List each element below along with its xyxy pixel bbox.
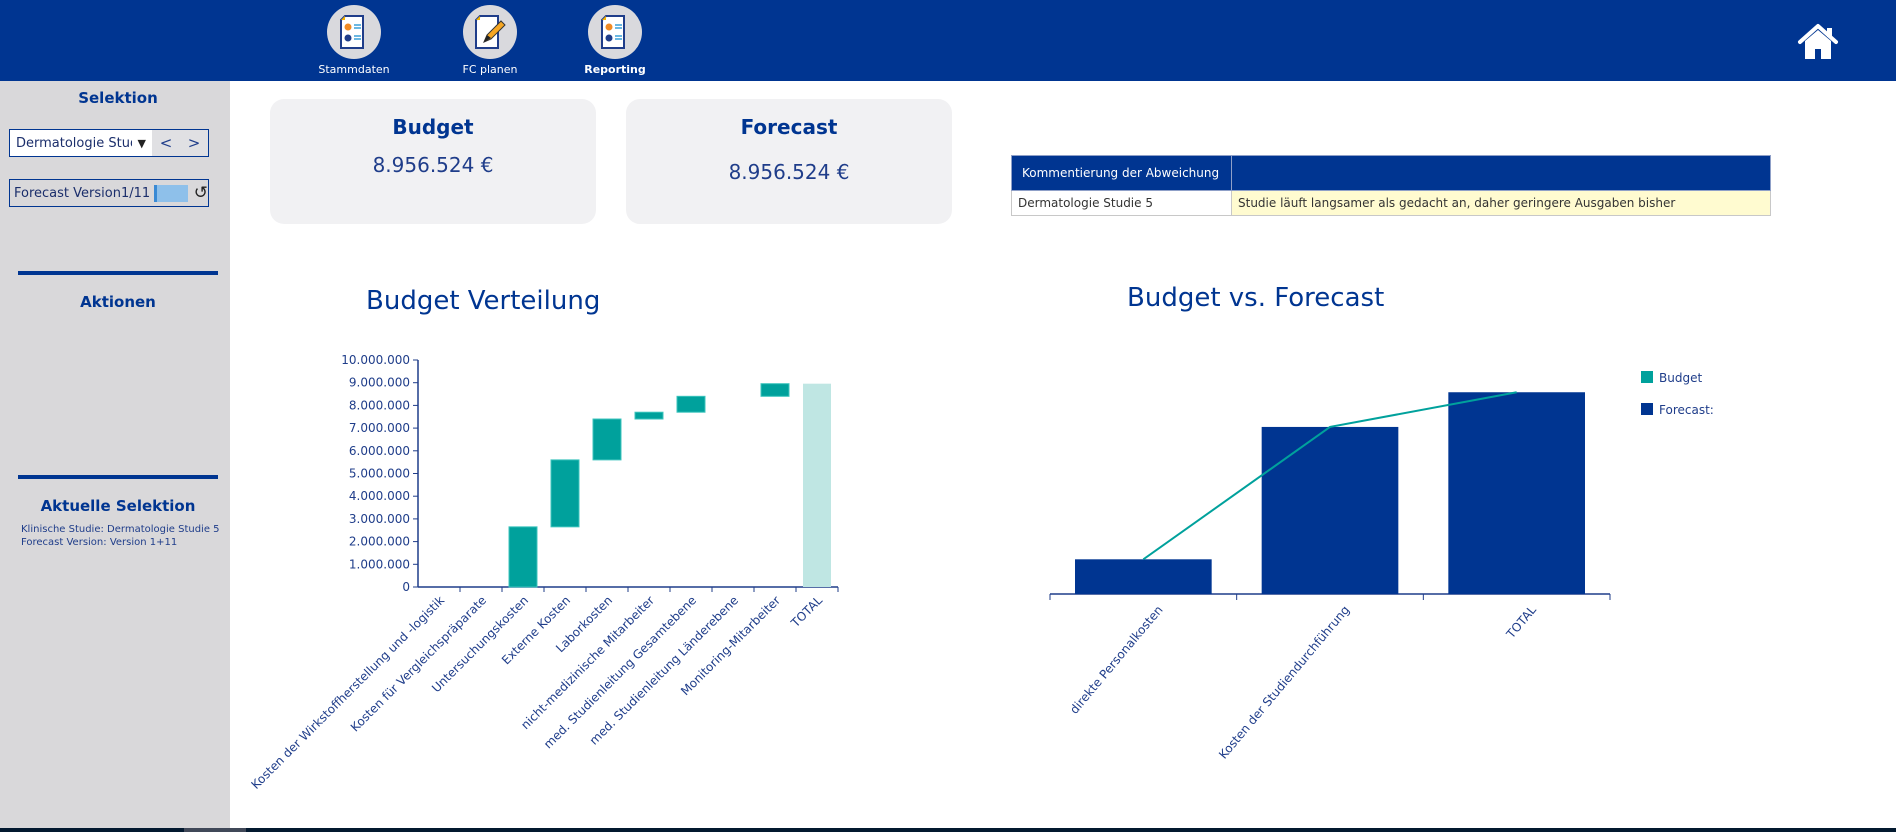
current-version: Forecast Version: Version 1+11 [21,537,178,548]
x-tick-label: Kosten der Wirkstoffherstellung und -log… [248,593,447,792]
x-tick-label: Kosten der Studiendurchführung [1216,603,1352,760]
taskbar [0,828,1896,832]
report-document-icon [588,5,642,59]
table-row: Dermatologie Studie 5 Studie läuft langs… [1011,190,1771,216]
deviation-comment-table: Kommentierung der Abweichung Dermatologi… [1011,155,1771,216]
aktionen-title: Aktionen [80,293,156,311]
legend-swatch-forecast [1641,403,1653,415]
budget-card: Budget 8.956.524 € [270,99,596,224]
waterfall-chart-title: Budget Verteilung [366,286,601,316]
selektion-title: Selektion [78,89,158,107]
taskbar-item[interactable] [184,828,246,832]
y-tick-label: 1.000.000 [349,557,410,571]
top-navigation-bar: Stammdaten FC planen Reporting [0,0,1896,81]
waterfall-bar [803,383,831,587]
forecast-value: 8.956.524 € [728,160,850,184]
budget-value: 8.956.524 € [372,153,494,177]
forecast-card: Forecast 8.956.524 € [626,99,952,224]
column-header: Kommentierung der Abweichung [1011,155,1232,191]
y-tick-label: 9.000.000 [349,376,410,390]
waterfall-bar [550,459,580,528]
forecast-bar [1075,559,1212,594]
y-tick-label: 0 [402,580,410,594]
report-document-icon [327,5,381,59]
study-cell: Dermatologie Studie 5 [1011,190,1232,216]
nav-label: FC planen [462,63,518,76]
study-dropdown-value: Dermatologie Studie [16,135,132,151]
legend-label-forecast: Forecast: [1659,403,1714,417]
previous-study-button[interactable]: < [152,130,180,156]
y-tick-label: 5.000.000 [349,467,410,481]
nav-reporting[interactable]: Reporting [560,5,670,76]
nav-label: Reporting [584,63,646,76]
chevron-left-icon: < [159,134,173,152]
y-tick-label: 7.000.000 [349,421,410,435]
column-header [1231,155,1771,191]
next-study-button[interactable]: > [180,130,208,156]
budget-title: Budget [392,115,474,139]
forecast-bar [1448,392,1585,594]
home-icon [1798,24,1838,59]
budget-waterfall-chart: 0 1.000.000 2.000.000 3.000.000 4.000.000 5.0… [248,353,839,792]
x-tick-label: direkte Personalkosten [1067,603,1166,717]
study-dropdown[interactable]: Dermatologie Studie ▼ < > [9,129,209,157]
section-divider [18,475,218,479]
forecast-version-value: 1/11 [120,185,151,201]
version-slider[interactable] [154,184,188,202]
waterfall-bar [760,383,790,397]
nav-stammdaten[interactable]: Stammdaten [299,5,409,76]
aktuelle-selektion-title: Aktuelle Selektion [40,497,196,515]
waterfall-bar [676,395,706,413]
sidebar: Selektion Dermatologie Studie ▼ < > Fore… [0,81,230,828]
table-header-row: Kommentierung der Abweichung [1011,155,1771,191]
comparison-chart-title: Budget vs. Forecast [1127,283,1385,313]
nav-label: Stammdaten [318,63,390,76]
waterfall-bar [592,418,622,461]
chevron-right-icon: > [187,134,201,152]
forecast-title: Forecast [740,115,838,139]
x-tick-label: TOTAL [1503,603,1539,642]
dropdown-arrow-icon[interactable]: ▼ [132,137,152,150]
current-study: Klinische Studie: Dermatologie Studie 5 [21,524,220,535]
y-tick-label: 2.000.000 [349,535,410,549]
forecast-version-label: Forecast Version [14,185,121,201]
legend-swatch-budget [1641,371,1653,383]
waterfall-bar [508,526,538,588]
y-tick-label: 8.000.000 [349,398,410,412]
y-tick-label: 4.000.000 [349,489,410,503]
budget-vs-forecast-chart: direkte Personalkosten Kosten der Studien… [1049,371,1714,760]
waterfall-bar [634,411,664,420]
edit-document-icon [463,5,517,59]
home-button[interactable] [1796,22,1840,62]
legend-label-budget: Budget [1659,371,1702,385]
nav-fc-planen[interactable]: FC planen [435,5,545,76]
section-divider [18,271,218,275]
comment-cell[interactable]: Studie läuft langsamer als gedacht an, d… [1231,190,1771,216]
reset-icon[interactable]: ↺ [194,183,208,203]
forecast-bar [1261,426,1399,594]
x-tick-label: TOTAL [788,593,826,631]
y-tick-label: 10.000.000 [341,353,410,367]
y-tick-label: 3.000.000 [349,512,410,526]
x-tick-label: med. Studienleitung Länderebene [587,593,741,747]
forecast-version-selector[interactable]: Forecast Version 1/11 ↺ [9,179,209,207]
x-tick-label: med. Studienleitung Gesamtebene [541,593,699,751]
y-tick-label: 6.000.000 [349,444,410,458]
current-selection-info: Klinische Studie: Dermatologie Studie 5 … [21,523,220,549]
